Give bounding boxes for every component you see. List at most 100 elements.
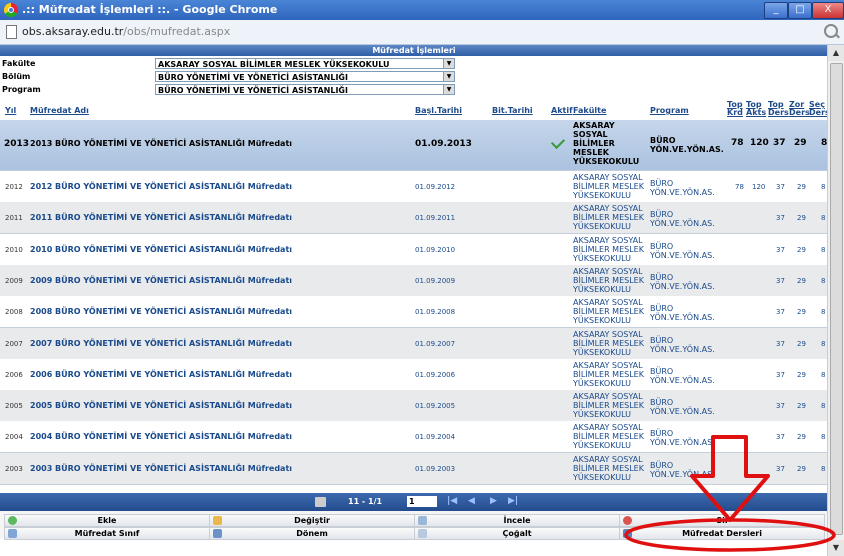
col-yil[interactable]: Yıl	[5, 106, 16, 115]
address-bar[interactable]: obs.aksaray.edu.tr/obs/mufredat.aspx	[0, 20, 844, 45]
row-top-krd: 78	[731, 138, 744, 148]
degistir-button[interactable]: Değiştir	[209, 514, 415, 527]
scroll-thumb[interactable]	[830, 63, 843, 535]
row-mufredat-adi[interactable]: 2012 BÜRO YÖNETİMİ VE YÖNETİCİ ASİSTANLI…	[30, 182, 292, 191]
row-basl-tarihi: 01.09.2013	[415, 139, 472, 149]
row-zor-ders: 29	[797, 276, 806, 285]
row-basl-tarihi: 01.09.2011	[415, 214, 456, 223]
incele-button[interactable]: İncele	[414, 514, 620, 527]
first-page-icon[interactable]: |◀	[447, 496, 457, 506]
col-top-krd[interactable]: Top Krd	[727, 101, 747, 117]
row-mufredat-adi[interactable]: 2007 BÜRO YÖNETİMİ VE YÖNETİCİ ASİSTANLI…	[30, 339, 292, 348]
search-icon[interactable]	[824, 24, 838, 38]
row-yil: 2009	[5, 276, 23, 285]
col-fakulte[interactable]: Fakülte	[573, 106, 606, 115]
row-zor-ders: 29	[797, 464, 806, 473]
scroll-up-icon[interactable]: ▲	[828, 45, 844, 61]
row-sec-ders: 8	[821, 339, 826, 348]
table-row[interactable]: 2006 2006 BÜRO YÖNETİMİ VE YÖNETİCİ ASİST…	[0, 358, 828, 391]
table-row[interactable]: 2005 2005 BÜRO YÖNETİMİ VE YÖNETİCİ ASİST…	[0, 390, 828, 423]
row-mufredat-adi[interactable]: 2005 BÜRO YÖNETİMİ VE YÖNETİCİ ASİSTANLI…	[30, 401, 292, 410]
row-mufredat-adi[interactable]: 2003 BÜRO YÖNETİMİ VE YÖNETİCİ ASİSTANLI…	[30, 464, 292, 473]
mufredat-dersleri-button[interactable]: Müfredat Dersleri	[619, 527, 825, 540]
row-zor-ders: 29	[797, 402, 806, 411]
chevron-down-icon[interactable]: ▼	[443, 85, 454, 94]
window-titlebar: .:: Müfredat İşlemleri ::. - Google Chro…	[0, 0, 844, 20]
row-yil: 2007	[5, 339, 23, 348]
row-program: BÜRO YÖN.VE.YÖN.AS.	[650, 398, 715, 417]
class-icon	[8, 529, 17, 538]
page-icon	[6, 25, 17, 39]
col-mufredat-adi[interactable]: Müfredat Adı	[30, 106, 89, 115]
col-aktif[interactable]: Aktif	[551, 106, 573, 115]
row-mufredat-adi[interactable]: 2008 BÜRO YÖNETİMİ VE YÖNETİCİ ASİSTANLI…	[30, 307, 292, 316]
col-top-akts[interactable]: Top Akts	[746, 101, 766, 117]
row-basl-tarihi: 01.09.2005	[415, 402, 456, 411]
col-top-ders[interactable]: Top Ders	[768, 101, 789, 117]
col-sec-ders[interactable]: Seç Ders	[809, 101, 828, 117]
row-top-ders: 37	[776, 245, 785, 254]
row-fakulte: AKSARAY SOSYAL BİLİMLER MESLEK YÜKSEKOKU…	[573, 360, 644, 388]
row-zor-ders: 29	[797, 339, 806, 348]
sil-button[interactable]: Sil	[619, 514, 825, 527]
program-select[interactable]: BÜRO YÖNETİMİ VE YÖNETİCİ ASİSTANLIĞI ▼	[155, 84, 455, 95]
book-icon	[213, 529, 222, 538]
page-select[interactable]: 1	[407, 496, 437, 507]
list-icon	[623, 529, 632, 538]
chevron-down-icon[interactable]: ▼	[443, 59, 454, 68]
printer-icon[interactable]	[315, 497, 326, 507]
chrome-logo-icon	[4, 3, 18, 17]
table-row[interactable]: 2010 2010 BÜRO YÖNETİMİ VE YÖNETİCİ ASİST…	[0, 233, 828, 266]
row-yil: 2013	[4, 139, 30, 149]
bolum-select[interactable]: BÜRO YÖNETİMİ VE YÖNETİCİ ASİSTANLIĞI ▼	[155, 71, 455, 82]
program-label: Program	[2, 85, 41, 94]
mufredat-sinif-button[interactable]: Müfredat Sınıf	[4, 527, 210, 540]
table-row-selected[interactable]: 2013 2013 BÜRO YÖNETİMİ VE YÖNETİCİ ASİST…	[0, 120, 828, 171]
cogalt-button[interactable]: Çoğalt	[414, 527, 620, 540]
col-program[interactable]: Program	[650, 106, 689, 115]
row-top-ders: 37	[776, 308, 785, 317]
row-mufredat-adi[interactable]: 2010 BÜRO YÖNETİMİ VE YÖNETİCİ ASİSTANLI…	[30, 245, 292, 254]
row-zor-ders: 29	[797, 370, 806, 379]
table-row[interactable]: 2009 2009 BÜRO YÖNETİMİ VE YÖNETİCİ ASİST…	[0, 264, 828, 297]
row-fakulte: AKSARAY SOSYAL BİLİMLER MESLEK YÜKSEKOKU…	[573, 235, 644, 263]
row-mufredat-adi[interactable]: 2004 BÜRO YÖNETİMİ VE YÖNETİCİ ASİSTANLI…	[30, 432, 292, 441]
prev-page-icon[interactable]: ◀	[468, 496, 475, 506]
table-row[interactable]: 2004 2004 BÜRO YÖNETİMİ VE YÖNETİCİ ASİST…	[0, 421, 828, 454]
chevron-down-icon[interactable]: ▼	[443, 72, 454, 81]
maximize-button[interactable]: □	[788, 2, 812, 19]
close-button[interactable]: X	[812, 2, 844, 19]
table-row[interactable]: 2011 2011 BÜRO YÖNETİMİ VE YÖNETİCİ ASİST…	[0, 202, 828, 235]
ekle-button[interactable]: Ekle	[4, 514, 210, 527]
row-sec-ders: 8	[821, 308, 826, 317]
row-zor-ders: 29	[797, 433, 806, 442]
table-row[interactable]: 2003 2003 BÜRO YÖNETİMİ VE YÖNETİCİ ASİST…	[0, 452, 828, 485]
row-program: BÜRO YÖN.VE.YÖN.AS.	[650, 304, 715, 323]
scroll-down-icon[interactable]: ▼	[828, 540, 844, 556]
vertical-scrollbar[interactable]: ▲ ▼	[827, 45, 844, 556]
col-bit-tarihi[interactable]: Bit.Tarihi	[492, 106, 533, 115]
row-mufredat-adi[interactable]: 2006 BÜRO YÖNETİMİ VE YÖNETİCİ ASİSTANLI…	[30, 370, 292, 379]
next-page-icon[interactable]: ▶	[490, 496, 497, 506]
row-basl-tarihi: 01.09.2009	[415, 276, 456, 285]
donem-button[interactable]: Dönem	[209, 527, 415, 540]
table-row[interactable]: 2007 2007 BÜRO YÖNETİMİ VE YÖNETİCİ ASİST…	[0, 327, 828, 360]
fakulte-select[interactable]: AKSARAY SOSYAL BİLİMLER MESLEK YÜKSEKOKU…	[155, 58, 455, 69]
row-mufredat-adi[interactable]: 2011 BÜRO YÖNETİMİ VE YÖNETİCİ ASİSTANLI…	[30, 213, 292, 222]
row-mufredat-adi[interactable]: 2013 BÜRO YÖNETİMİ VE YÖNETİCİ ASİSTANLI…	[30, 139, 292, 148]
minimize-button[interactable]: _	[764, 2, 788, 19]
row-zor-ders: 29	[797, 245, 806, 254]
col-zor-ders[interactable]: Zor Ders	[789, 101, 810, 117]
row-fakulte: AKSARAY SOSYAL BİLİMLER MESLEK YÜKSEKOKU…	[573, 298, 644, 326]
row-sec-ders: 8	[821, 433, 826, 442]
col-basl-tarihi[interactable]: Başl.Tarihi	[415, 106, 462, 115]
program-select-value: BÜRO YÖNETİMİ VE YÖNETİCİ ASİSTANLIĞI	[158, 86, 348, 95]
row-top-akts: 120	[750, 138, 769, 148]
row-mufredat-adi[interactable]: 2009 BÜRO YÖNETİMİ VE YÖNETİCİ ASİSTANLI…	[30, 276, 292, 285]
row-fakulte: AKSARAY SOSYAL BİLİMLER MESLEK YÜKSEKOKU…	[573, 454, 644, 482]
url-text[interactable]: obs.aksaray.edu.tr/obs/mufredat.aspx	[22, 24, 230, 40]
row-yil: 2011	[5, 214, 23, 223]
table-row[interactable]: 2008 2008 BÜRO YÖNETİMİ VE YÖNETİCİ ASİST…	[0, 296, 828, 329]
last-page-icon[interactable]: ▶|	[508, 496, 518, 506]
table-row[interactable]: 2012 2012 BÜRO YÖNETİMİ VE YÖNETİCİ ASİST…	[0, 171, 828, 203]
